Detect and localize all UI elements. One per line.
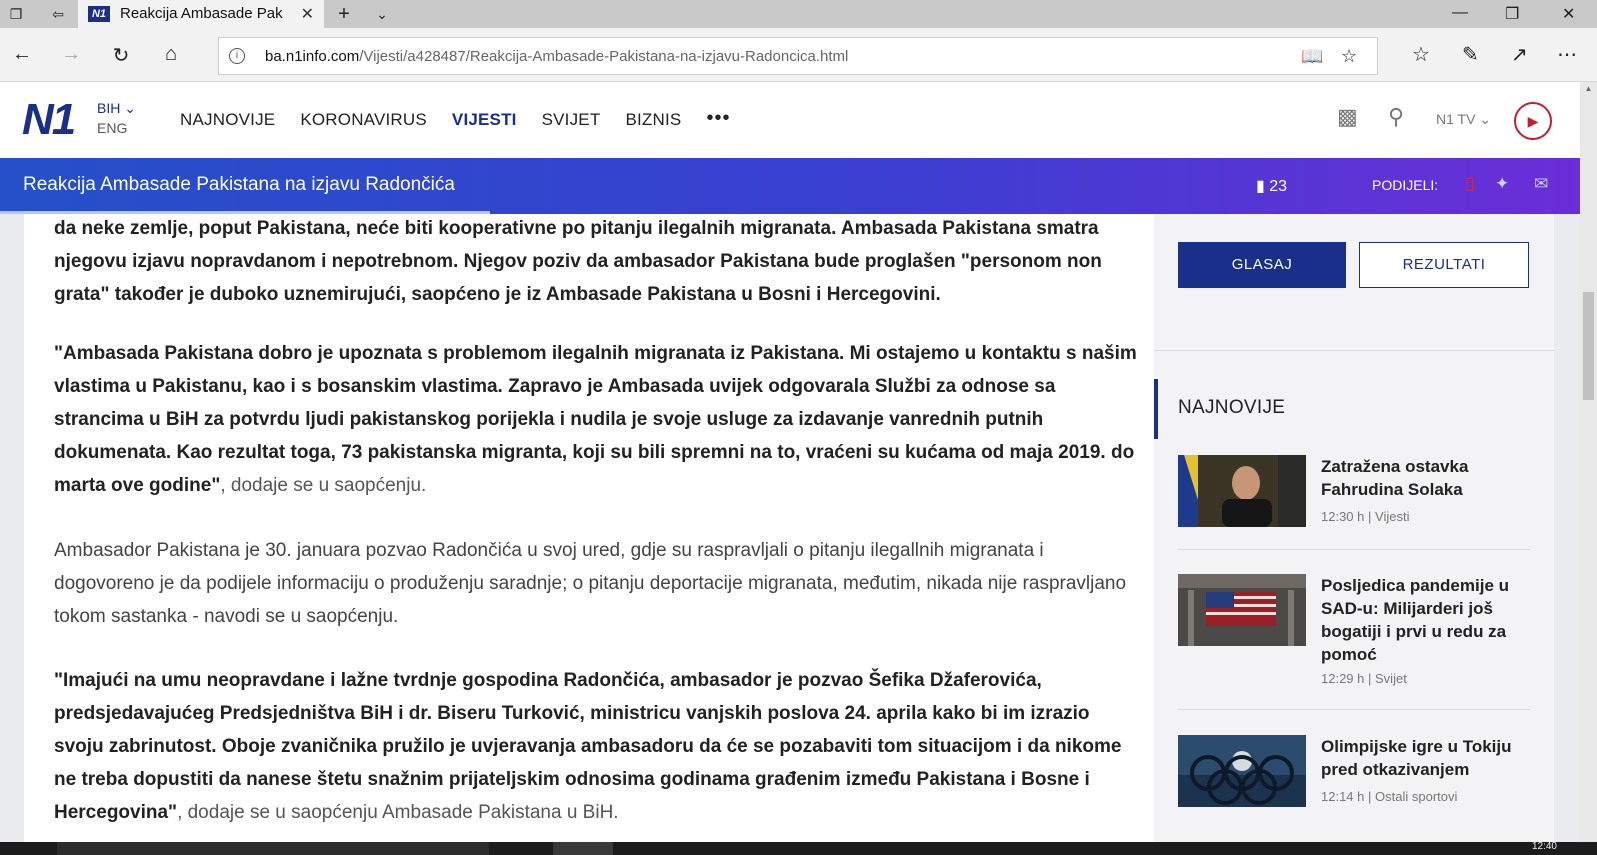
- window-close-icon[interactable]: ✕: [1562, 4, 1575, 24]
- site-header: N1 BIH ⌄ ENG NAJNOVIJE KORONAVIRUS VIJES…: [0, 82, 1580, 158]
- close-tab-icon[interactable]: ✕: [301, 4, 314, 24]
- nav-biznis[interactable]: BIZNIS: [625, 110, 681, 130]
- divider: [1154, 350, 1554, 351]
- section-title: NAJNOVIJE: [1178, 397, 1286, 418]
- back-icon[interactable]: ←: [9, 43, 35, 66]
- taskbar-window-button[interactable]: [57, 842, 489, 855]
- article-paragraph: Ambasador Pakistana je 30. januara pozva…: [54, 540, 1127, 627]
- share-facebook-icon[interactable]: ▯: [1465, 174, 1474, 194]
- restore-icon[interactable]: ❐: [1505, 4, 1519, 24]
- chevron-down-icon: ⌄: [124, 100, 136, 116]
- article-paragraph: "Ambasada Pakistana dobro je upoznata s …: [54, 343, 1137, 496]
- comments-link[interactable]: ▮ 23: [1256, 176, 1287, 196]
- nav-vijesti[interactable]: VIJESTI: [452, 110, 517, 130]
- search-icon[interactable]: ⚲: [1388, 104, 1404, 130]
- comment-icon: ▮: [1256, 178, 1265, 195]
- share-twitter-icon[interactable]: ✦: [1495, 174, 1509, 194]
- article-quote: "Ambasada Pakistana dobro je upoznata s …: [54, 343, 1137, 496]
- news-thumbnail[interactable]: [1178, 455, 1306, 527]
- article-paragraph: "Imajući na umu neopravdane i lažne tvrd…: [54, 670, 1122, 823]
- tab-list-chevron-icon[interactable]: ⌄: [372, 4, 392, 24]
- more-icon[interactable]: ⋯: [1557, 42, 1577, 67]
- article-quote: "Imajući na umu neopravdane i lažne tvrd…: [54, 670, 1122, 823]
- scrollbar-thumb[interactable]: [1583, 292, 1594, 400]
- reading-view-icon[interactable]: 📖: [1301, 46, 1323, 67]
- comment-count: 23: [1269, 178, 1288, 195]
- video-camera-icon[interactable]: ▩: [1337, 104, 1358, 130]
- more-nav-icon[interactable]: •••: [706, 108, 730, 130]
- news-meta: 12:29 h | Svijet: [1321, 671, 1407, 686]
- sticky-article-title: Reakcija Ambasade Pakistana na izjavu Ra…: [23, 174, 455, 195]
- browser-tab-bar: ❐ ⇦ N1 Reakcija Ambasade Pak ✕ + ⌄ — ❐ ✕: [0, 0, 1597, 28]
- news-title[interactable]: Zatražena ostavka Fahrudina Solaka: [1321, 455, 1521, 501]
- results-button[interactable]: REZULTATI: [1359, 242, 1529, 288]
- n1tv-menu[interactable]: N1 TV ⌄: [1436, 111, 1491, 128]
- news-title[interactable]: Posljedica pandemije u SAD-u: Milijarder…: [1321, 574, 1521, 666]
- home-icon[interactable]: ⌂: [158, 43, 184, 66]
- minimize-icon[interactable]: —: [1452, 4, 1468, 22]
- tab-actions-icon[interactable]: ❐: [6, 4, 26, 24]
- n1-favicon-icon: N1: [88, 6, 110, 22]
- favorite-star-icon[interactable]: ☆: [1341, 46, 1357, 67]
- url-text: ba.n1info.com/Vijesti/a428487/Reakcija-A…: [265, 48, 849, 65]
- address-bar: ← → ↻ ⌂ i ba.n1info.com/Vijesti/a428487/…: [0, 28, 1597, 82]
- chevron-down-icon: ⌄: [1479, 111, 1492, 127]
- forward-icon[interactable]: →: [58, 43, 84, 66]
- page-scrollbar[interactable]: ▲: [1580, 82, 1597, 842]
- divider: [1178, 549, 1530, 550]
- news-meta: 12:30 h | Vijesti: [1321, 509, 1410, 524]
- site-info-icon[interactable]: i: [229, 48, 245, 64]
- set-aside-tabs-icon[interactable]: ⇦: [48, 4, 68, 24]
- n1-logo[interactable]: N1: [22, 98, 76, 142]
- taskbar-app-button[interactable]: [553, 842, 613, 855]
- new-tab-icon[interactable]: +: [334, 4, 354, 24]
- language-switcher[interactable]: BIH ⌄ ENG: [97, 98, 136, 138]
- live-play-icon[interactable]: ▶: [1514, 102, 1552, 140]
- main-nav: NAJNOVIJE KORONAVIRUS VIJESTI SVIJET BIZ…: [180, 108, 730, 130]
- article-paragraph: da neke zemlje, poput Pakistana, neće bi…: [54, 218, 1102, 305]
- share-icon[interactable]: ↗: [1511, 42, 1528, 67]
- divider: [1178, 709, 1530, 710]
- nav-koronavirus[interactable]: KORONAVIRUS: [300, 110, 427, 130]
- news-thumbnail[interactable]: [1178, 735, 1306, 807]
- news-meta: 12:14 h | Ostali sportovi: [1321, 789, 1458, 804]
- lang-alt[interactable]: ENG: [97, 118, 136, 138]
- pen-notes-icon[interactable]: ✎: [1462, 42, 1479, 67]
- scroll-up-icon[interactable]: ▲: [1580, 84, 1597, 93]
- favorites-hub-icon[interactable]: ☆: [1412, 42, 1430, 67]
- latest-section-header: NAJNOVIJE: [1154, 379, 1554, 439]
- vote-button[interactable]: GLASAJ: [1178, 242, 1346, 288]
- share-email-icon[interactable]: ✉: [1534, 174, 1548, 194]
- lang-active[interactable]: BIH: [97, 100, 120, 116]
- browser-tab-active[interactable]: N1 Reakcija Ambasade Pak ✕: [78, 0, 324, 28]
- url-field[interactable]: i ba.n1info.com/Vijesti/a428487/Reakcija…: [218, 37, 1378, 75]
- nav-svijet[interactable]: SVIJET: [542, 110, 601, 130]
- news-title[interactable]: Olimpijske igre u Tokiju pred otkazivanj…: [1321, 735, 1521, 781]
- refresh-icon[interactable]: ↻: [108, 43, 134, 68]
- share-label: PODIJELI:: [1372, 177, 1439, 193]
- tab-title: Reakcija Ambasade Pak: [120, 5, 283, 22]
- sidebar: GLASAJ REZULTATI NAJNOVIJE Zatražena ost…: [1154, 214, 1554, 855]
- system-clock: 12:40: [1531, 841, 1557, 852]
- sticky-article-bar: Reakcija Ambasade Pakistana na izjavu Ra…: [0, 158, 1580, 214]
- section-accent: [1154, 379, 1158, 439]
- os-taskbar: 12:40: [0, 841, 1597, 855]
- article-body: da neke zemlje, poput Pakistana, neće bi…: [24, 214, 1154, 855]
- news-thumbnail[interactable]: [1178, 574, 1306, 646]
- nav-najnovije[interactable]: NAJNOVIJE: [180, 110, 275, 130]
